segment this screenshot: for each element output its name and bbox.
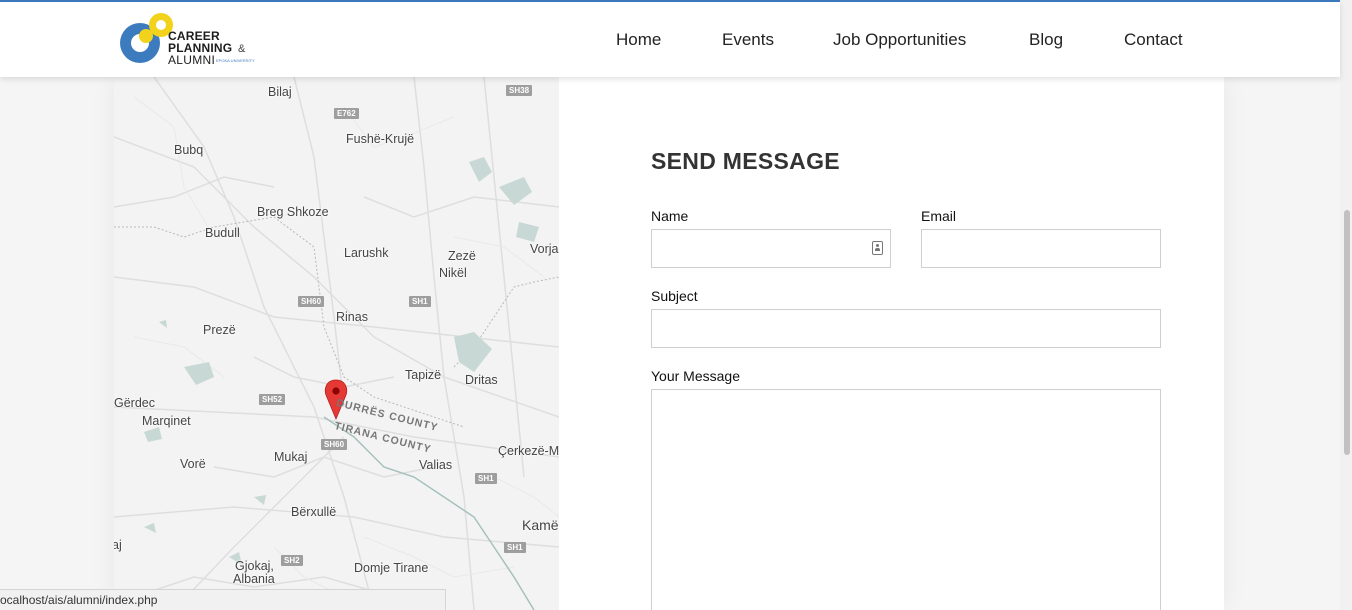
name-label: Name [651, 208, 689, 224]
map-place-label: Fushë-Krujë [346, 132, 415, 146]
road-shield: SH60 [298, 296, 325, 307]
map-place-label: Vorja [530, 242, 559, 256]
road-shield: SH1 [475, 473, 497, 484]
map-place-label: Larushk [344, 246, 389, 260]
page-scrollbar[interactable] [1340, 0, 1352, 610]
road-shield: SH38 [506, 85, 533, 96]
map-place-label: Zezë [448, 249, 476, 263]
map-place-label: Bërxullë [291, 505, 337, 519]
browser-status-bar: ocalhost/ais/alumni/index.php [0, 589, 446, 610]
logo-text-alumni: ALUMNI [168, 53, 216, 67]
map-place-label: Rinas [336, 310, 368, 324]
nav-home[interactable]: Home [616, 30, 661, 50]
map-place-label: Gjokaj, [235, 559, 274, 573]
map-place-label: Bubq [174, 143, 204, 157]
map-place-label: Gërdec [114, 396, 155, 410]
map-place-label: Bilaj [268, 85, 292, 99]
map-place-label: Domje Tirane [354, 561, 429, 575]
nav-blog[interactable]: Blog [1029, 30, 1063, 50]
map-place-label: Kamë [522, 517, 559, 533]
subject-label: Subject [651, 288, 698, 304]
map-place-label: Çerkezë-M [498, 444, 559, 458]
name-input[interactable] [651, 229, 891, 268]
email-input[interactable] [921, 229, 1161, 268]
autofill-contact-icon[interactable] [872, 241, 883, 255]
google-map[interactable]: Bilaj Fushë-Krujë Bubq Breg Shkoze Budul… [114, 77, 559, 610]
logo-text-university: EPOKA UNIVERSITY [216, 58, 255, 63]
nav-contact[interactable]: Contact [1124, 30, 1183, 50]
map-place-label: Dritas [465, 373, 498, 387]
subject-input[interactable] [651, 309, 1161, 348]
message-label: Your Message [651, 368, 740, 384]
nav-events[interactable]: Events [722, 30, 774, 50]
map-place-label: aj [114, 538, 122, 552]
map-place-label: Marqinet [142, 414, 191, 428]
logo-text-amp: & [238, 43, 246, 55]
email-label: Email [921, 208, 957, 224]
send-message-title: SEND MESSAGE [651, 148, 840, 174]
message-textarea[interactable] [651, 389, 1161, 610]
road-shield: SH60 [321, 439, 348, 450]
map-place-label: Vorë [180, 457, 206, 471]
map-place-label: Valias [419, 458, 453, 472]
site-header: CAREER PLANNING & ALUMNI EPOKA UNIVERSIT… [0, 2, 1340, 77]
map-place-label: Albania [233, 572, 275, 586]
map-place-label: Tapizë [405, 368, 442, 382]
road-shield: E762 [334, 108, 359, 119]
map-place-label: Prezë [203, 323, 236, 337]
career-planning-logo[interactable]: CAREER PLANNING & ALUMNI EPOKA UNIVERSIT… [117, 12, 267, 70]
road-shield: SH1 [409, 296, 431, 307]
map-place-label: Mukaj [274, 450, 308, 464]
road-shield: SH2 [281, 555, 303, 566]
map-place-label: Budull [205, 226, 240, 240]
nav-job-opportunities[interactable]: Job Opportunities [833, 30, 966, 50]
road-shield: SH52 [259, 394, 286, 405]
scrollbar-thumb[interactable] [1344, 210, 1350, 455]
road-shield: SH1 [504, 542, 526, 553]
map-place-label: Nikël [439, 266, 467, 280]
map-place-label: Breg Shkoze [257, 205, 329, 219]
